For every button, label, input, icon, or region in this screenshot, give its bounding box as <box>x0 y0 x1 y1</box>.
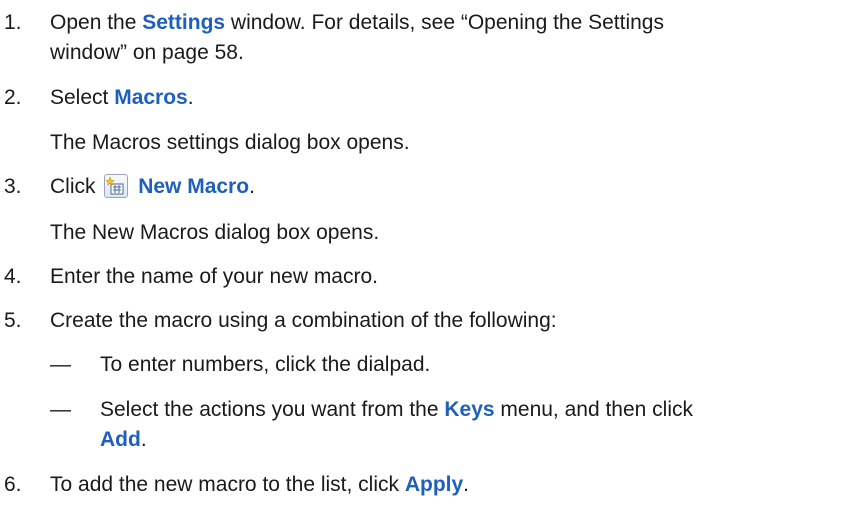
bullet-text: To enter numbers, click the dialpad. <box>100 353 431 376</box>
add-ui-term: Add <box>100 428 141 451</box>
step-text: Select Macros. <box>50 86 194 109</box>
settings-ui-term: Settings <box>142 11 226 34</box>
apply-ui-term: Apply <box>404 473 464 496</box>
step-number: 1. <box>4 11 22 34</box>
step-text: Click New Macro. <box>50 174 255 198</box>
macros-ui-term: Macros <box>114 86 188 109</box>
bullet-text: Select the actions you want from the Key… <box>100 398 694 421</box>
step-text: Open the Settings window. For details, s… <box>50 11 664 34</box>
step-text: Create the macro using a combination of … <box>50 309 557 332</box>
step-result: The New Macros dialog box opens. <box>50 221 380 244</box>
step-result: The Macros settings dialog box opens. <box>50 131 410 154</box>
keys-ui-term: Keys <box>444 398 495 421</box>
new-macro-ui-term: New Macro <box>138 175 250 198</box>
instruction-page: 1. Open the Settings window. For details… <box>0 0 859 530</box>
step-number: 5. <box>4 309 22 332</box>
bullet-text-continued: Add. <box>100 428 147 451</box>
step-text: To add the new macro to the list, click … <box>50 473 470 496</box>
step-number: 6. <box>4 473 22 496</box>
step-text-continued: window” on page 58. <box>50 41 244 64</box>
step-number: 2. <box>4 86 22 109</box>
bullet-dash: — <box>50 353 71 376</box>
new-macro-icon <box>104 174 129 198</box>
step-number: 4. <box>4 265 22 288</box>
step-number: 3. <box>4 175 22 198</box>
step-text: Enter the name of your new macro. <box>50 265 378 288</box>
bullet-dash: — <box>50 398 71 421</box>
